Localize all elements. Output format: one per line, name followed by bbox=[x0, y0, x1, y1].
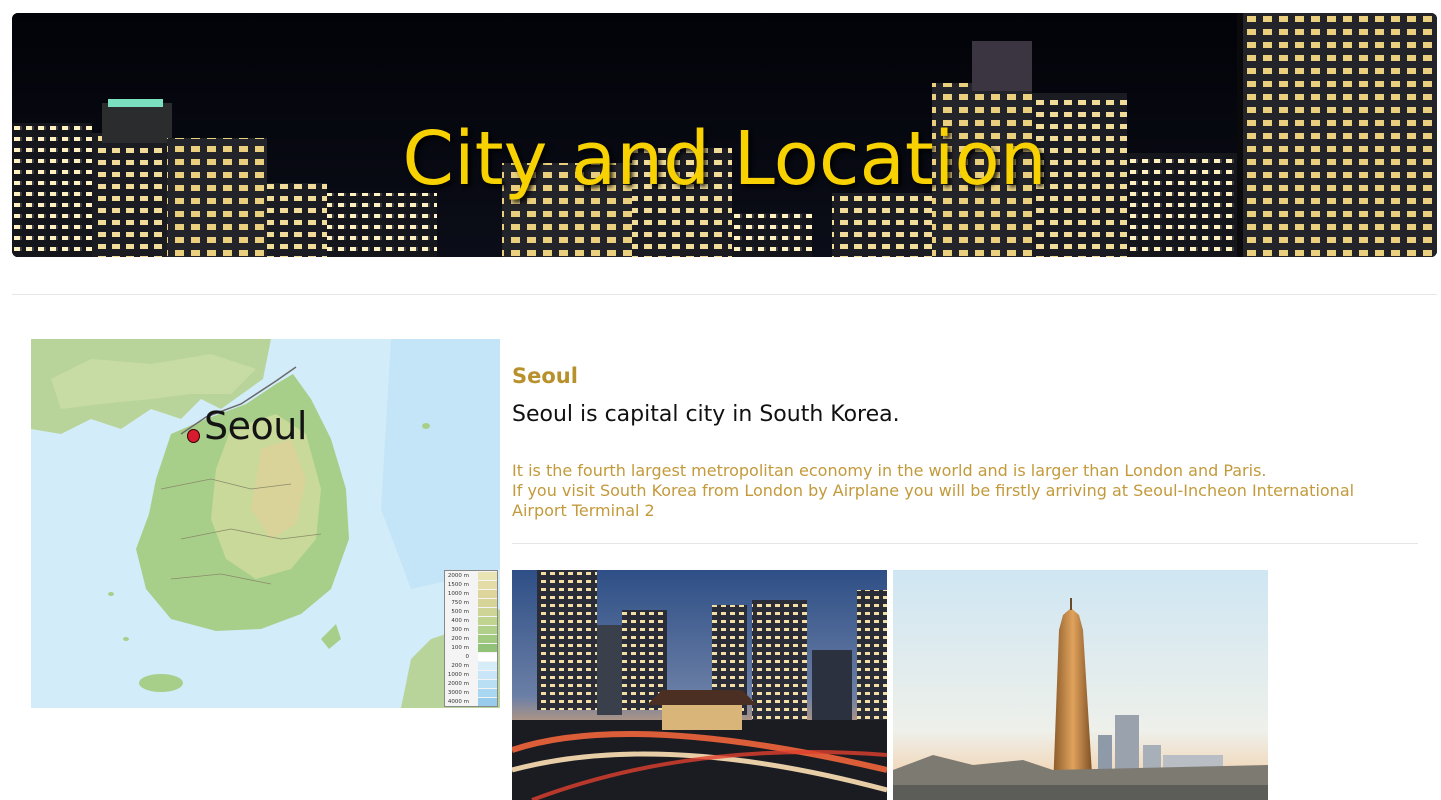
namdaemun-gate-night-photo bbox=[512, 570, 887, 800]
legend-swatch bbox=[478, 680, 497, 688]
63-building-river-photo bbox=[893, 570, 1268, 800]
city-description: It is the fourth largest metropolitan ec… bbox=[512, 461, 1412, 521]
legend-swatch bbox=[478, 644, 497, 652]
legend-swatch bbox=[478, 617, 497, 625]
legend-swatch bbox=[478, 662, 497, 670]
seoul-location-map bbox=[31, 339, 500, 708]
description-line: If you visit South Korea from London by … bbox=[512, 481, 1355, 500]
header-divider bbox=[12, 294, 1437, 295]
legend-label: 200 m bbox=[451, 663, 469, 669]
legend-label: 4000 m bbox=[447, 699, 469, 705]
legend-swatch bbox=[478, 671, 497, 679]
legend-label: 500 m bbox=[451, 609, 469, 615]
legend-label: 200 m bbox=[451, 636, 469, 642]
city-lead-text: Seoul is capital city in South Korea. bbox=[512, 402, 900, 427]
legend-swatch bbox=[478, 599, 497, 607]
content-divider bbox=[512, 543, 1418, 544]
banner-title: City and Location bbox=[402, 116, 1047, 202]
legend-label: 2000 m bbox=[447, 573, 469, 579]
legend-label: 1500 m bbox=[447, 582, 469, 588]
legend-swatch bbox=[478, 572, 497, 580]
seoul-marker-icon bbox=[187, 429, 200, 443]
elevation-legend: 2000 m 1500 m 1000 m 750 m 500 m 400 m 3… bbox=[444, 570, 498, 707]
legend-label: 0 bbox=[465, 654, 470, 660]
legend-swatch bbox=[478, 698, 497, 706]
legend-label: 400 m bbox=[451, 618, 469, 624]
legend-label: 750 m bbox=[451, 600, 469, 606]
description-line: It is the fourth largest metropolitan ec… bbox=[512, 461, 1267, 480]
legend-swatch bbox=[478, 608, 497, 616]
map-city-label: Seoul bbox=[204, 404, 307, 448]
legend-swatch bbox=[478, 626, 497, 634]
legend-swatch bbox=[478, 635, 497, 643]
legend-label: 2000 m bbox=[447, 681, 469, 687]
legend-swatch bbox=[478, 581, 497, 589]
legend-label: 1000 m bbox=[447, 591, 469, 597]
legend-swatch bbox=[478, 653, 497, 661]
city-day-image bbox=[893, 570, 1268, 800]
description-line: Airport Terminal 2 bbox=[512, 501, 655, 520]
legend-swatch bbox=[478, 689, 497, 697]
city-name-heading: Seoul bbox=[512, 364, 578, 388]
legend-label: 1000 m bbox=[447, 672, 469, 678]
legend-label: 300 m bbox=[451, 627, 469, 633]
hero-banner: City and Location bbox=[12, 13, 1437, 257]
legend-swatch bbox=[478, 590, 497, 598]
legend-label: 100 m bbox=[451, 645, 469, 651]
city-night-image bbox=[512, 570, 887, 800]
korea-relief-map-image bbox=[31, 339, 500, 708]
legend-label: 3000 m bbox=[447, 690, 469, 696]
